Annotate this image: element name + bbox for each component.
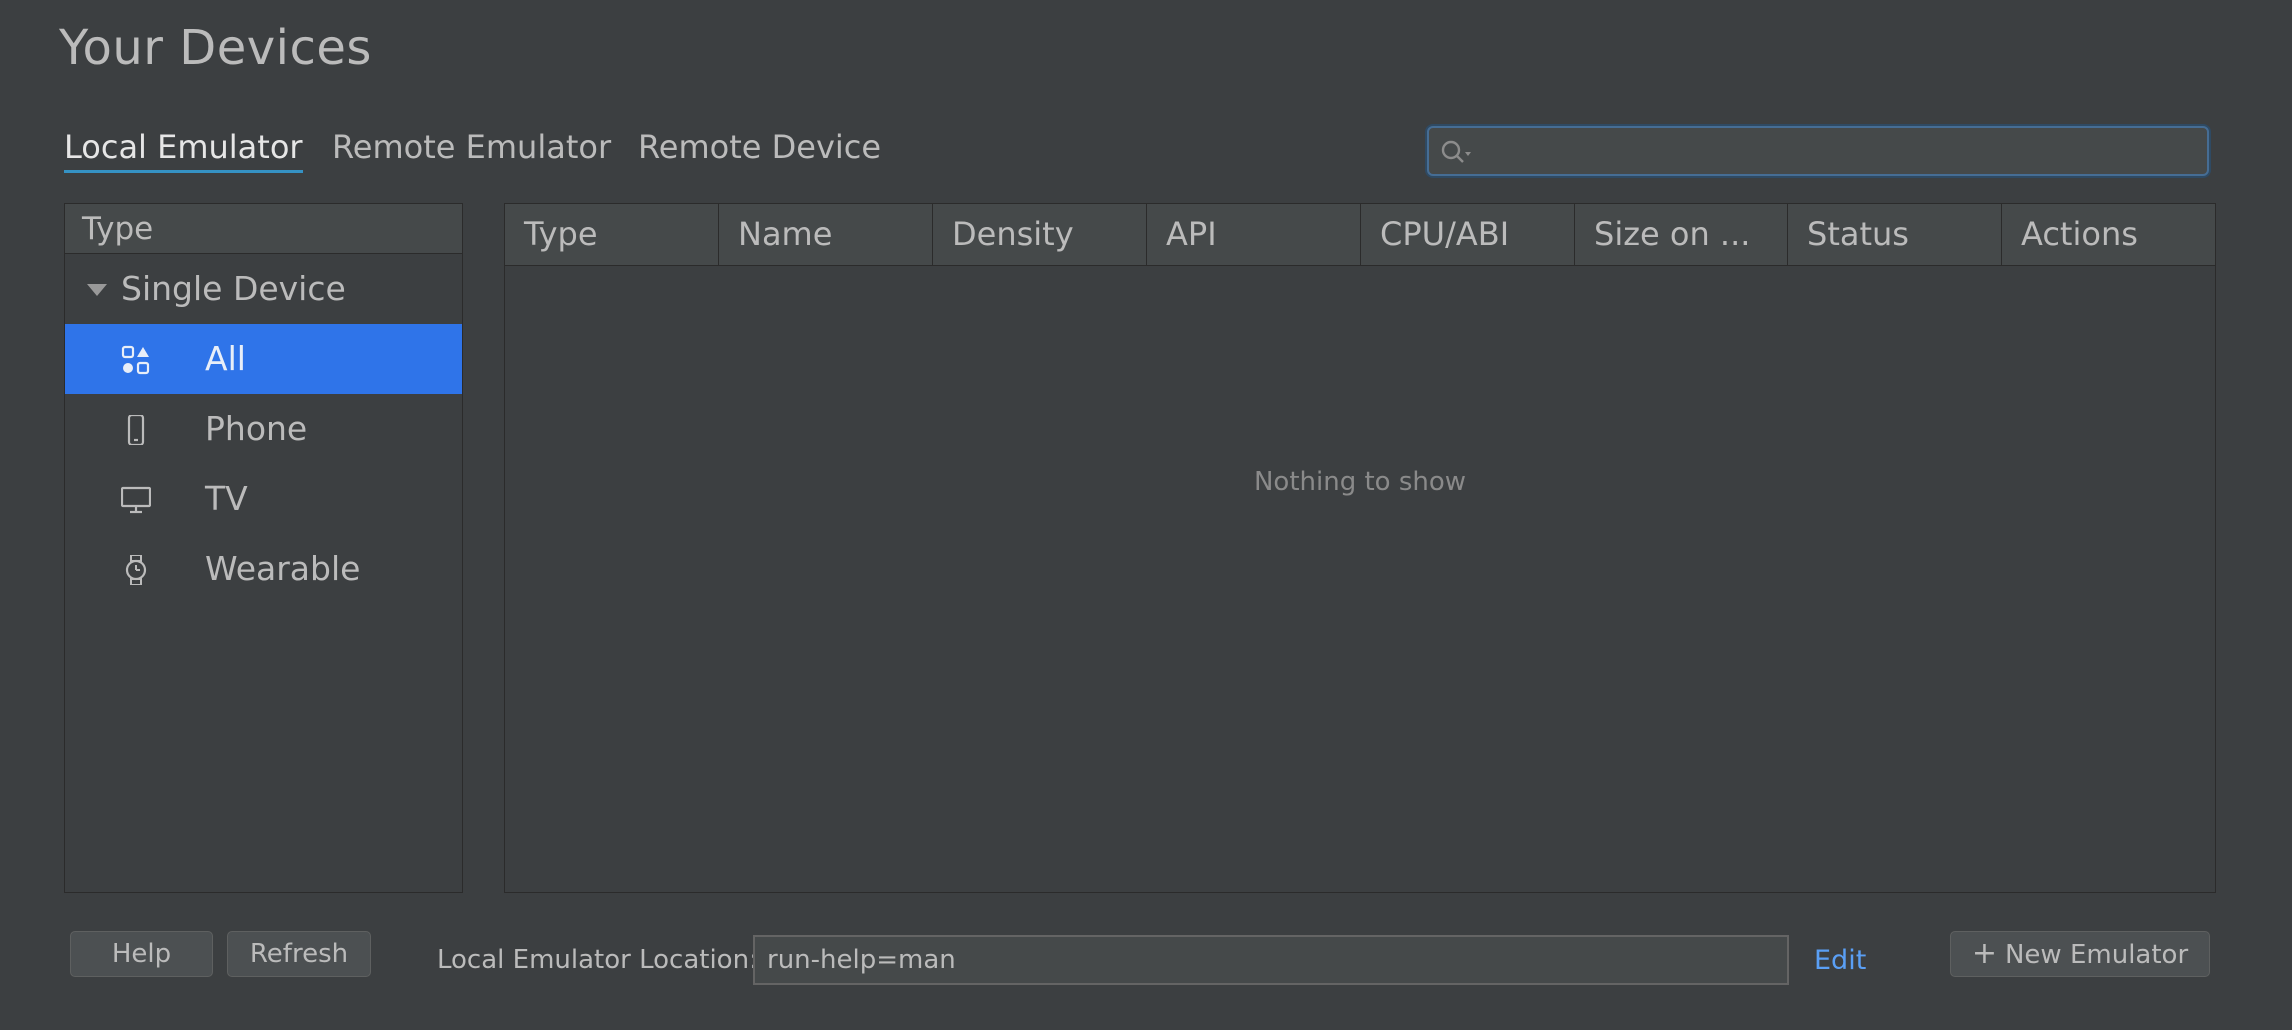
type-item-tv[interactable]: TV bbox=[65, 464, 462, 534]
column-header-type[interactable]: Type bbox=[505, 204, 719, 265]
chevron-down-icon[interactable] bbox=[87, 284, 107, 296]
type-item-label: Phone bbox=[205, 409, 308, 448]
new-emulator-button[interactable]: + New Emulator bbox=[1950, 931, 2210, 977]
column-header-api[interactable]: API bbox=[1147, 204, 1361, 265]
empty-state-text: Nothing to show bbox=[1253, 467, 1467, 497]
tab-local-emulator[interactable]: Local Emulator bbox=[64, 128, 303, 173]
column-header-density[interactable]: Density bbox=[933, 204, 1147, 265]
group-single-device[interactable]: Single Device bbox=[65, 254, 462, 324]
column-header-cpu-abi[interactable]: CPU/ABI bbox=[1361, 204, 1575, 265]
type-item-label: All bbox=[205, 339, 246, 378]
type-item-all[interactable]: All bbox=[65, 324, 462, 394]
type-item-label: TV bbox=[205, 479, 248, 518]
device-table: Type Name Density API CPU/ABI Size on ..… bbox=[504, 203, 2216, 893]
search-input[interactable] bbox=[1477, 128, 2201, 176]
emulator-location-field[interactable] bbox=[753, 935, 1789, 985]
tab-remote-device[interactable]: Remote Device bbox=[638, 128, 881, 166]
type-item-phone[interactable]: Phone bbox=[65, 394, 462, 464]
edit-link[interactable]: Edit bbox=[1814, 945, 1866, 976]
type-item-wearable[interactable]: Wearable bbox=[65, 534, 462, 604]
phone-icon bbox=[127, 415, 145, 445]
new-emulator-label: New Emulator bbox=[2004, 940, 2189, 970]
watch-icon bbox=[125, 555, 147, 585]
page-title: Your Devices bbox=[59, 20, 372, 76]
help-button[interactable]: Help bbox=[70, 931, 213, 977]
tab-remote-emulator[interactable]: Remote Emulator bbox=[332, 128, 611, 166]
type-item-label: Wearable bbox=[205, 549, 361, 588]
group-label: Single Device bbox=[121, 269, 346, 308]
refresh-button[interactable]: Refresh bbox=[227, 931, 371, 977]
type-panel-header: Type bbox=[65, 204, 462, 254]
column-header-actions[interactable]: Actions bbox=[2002, 204, 2215, 265]
plus-icon: + bbox=[1971, 936, 1997, 971]
column-header-size[interactable]: Size on ... bbox=[1575, 204, 1788, 265]
grid-shapes-icon bbox=[121, 345, 150, 375]
device-type-panel: Type Single Device All Phone TV Wearable bbox=[64, 203, 463, 893]
column-header-status[interactable]: Status bbox=[1788, 204, 2002, 265]
location-label: Local Emulator Location: bbox=[437, 945, 758, 975]
column-header-name[interactable]: Name bbox=[719, 204, 933, 265]
tv-icon bbox=[121, 486, 151, 514]
table-header: Type Name Density API CPU/ABI Size on ..… bbox=[505, 204, 2215, 266]
search-box[interactable] bbox=[1427, 126, 2209, 176]
search-icon[interactable] bbox=[1439, 138, 1473, 166]
